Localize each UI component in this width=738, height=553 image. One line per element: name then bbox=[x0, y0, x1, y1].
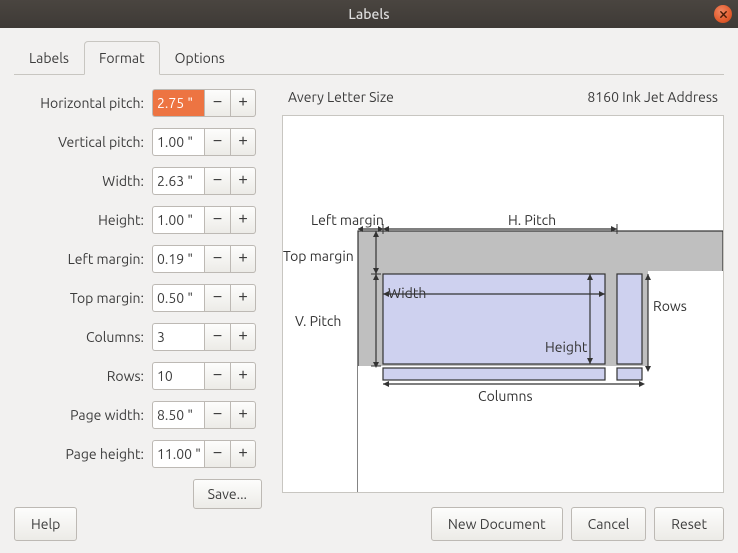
left-margin-plus[interactable]: + bbox=[230, 245, 256, 273]
preview-brand: Avery Letter Size bbox=[288, 89, 394, 105]
footer: Help New Document Cancel Reset bbox=[0, 495, 738, 553]
label-page-height: Page height: bbox=[14, 446, 144, 462]
svg-text:Height: Height bbox=[545, 339, 588, 355]
svg-text:Columns: Columns bbox=[478, 388, 533, 404]
columns-minus[interactable]: − bbox=[204, 323, 230, 351]
label-page-width: Page width: bbox=[14, 407, 144, 423]
input-height[interactable] bbox=[152, 206, 204, 234]
input-columns[interactable] bbox=[152, 323, 204, 351]
tab-options[interactable]: Options bbox=[160, 41, 240, 75]
left-margin-minus[interactable]: − bbox=[204, 245, 230, 273]
height-minus[interactable]: − bbox=[204, 206, 230, 234]
label-columns: Columns: bbox=[14, 329, 144, 345]
columns-plus[interactable]: + bbox=[230, 323, 256, 351]
width-plus[interactable]: + bbox=[230, 167, 256, 195]
input-rows[interactable] bbox=[152, 362, 204, 390]
help-button[interactable]: Help bbox=[14, 507, 77, 541]
rows-plus[interactable]: + bbox=[230, 362, 256, 390]
label-width: Width: bbox=[14, 173, 144, 189]
input-left-margin[interactable] bbox=[152, 245, 204, 273]
rows-minus[interactable]: − bbox=[204, 362, 230, 390]
close-icon bbox=[719, 10, 728, 19]
page-width-plus[interactable]: + bbox=[230, 401, 256, 429]
label-rows: Rows: bbox=[14, 368, 144, 384]
svg-text:Top margin: Top margin bbox=[283, 248, 354, 264]
preview-column: Avery Letter Size 8160 Ink Jet Address bbox=[282, 89, 724, 509]
page-width-minus[interactable]: − bbox=[204, 401, 230, 429]
cancel-button[interactable]: Cancel bbox=[571, 507, 647, 541]
svg-text:Rows: Rows bbox=[653, 298, 687, 314]
input-top-margin[interactable] bbox=[152, 284, 204, 312]
vertical-pitch-minus[interactable]: − bbox=[204, 128, 230, 156]
svg-text:H. Pitch: H. Pitch bbox=[508, 212, 556, 228]
preview-diagram: Left margin H. Pitch Top margin bbox=[282, 115, 724, 493]
width-minus[interactable]: − bbox=[204, 167, 230, 195]
input-page-height[interactable] bbox=[152, 440, 204, 468]
svg-text:Width: Width bbox=[388, 285, 426, 301]
svg-text:Left margin: Left margin bbox=[311, 212, 384, 228]
window-title: Labels bbox=[348, 6, 389, 22]
vertical-pitch-plus[interactable]: + bbox=[230, 128, 256, 156]
label-height: Height: bbox=[14, 212, 144, 228]
fields-column: Horizontal pitch: − + Vertical pitch: − … bbox=[14, 89, 262, 509]
preview-type: 8160 Ink Jet Address bbox=[587, 89, 718, 105]
new-document-button[interactable]: New Document bbox=[431, 507, 563, 541]
tab-labels[interactable]: Labels bbox=[14, 41, 84, 75]
input-vertical-pitch[interactable] bbox=[152, 128, 204, 156]
title-bar: Labels bbox=[0, 0, 738, 28]
input-width[interactable] bbox=[152, 167, 204, 195]
height-plus[interactable]: + bbox=[230, 206, 256, 234]
horizontal-pitch-plus[interactable]: + bbox=[230, 89, 256, 117]
tab-format[interactable]: Format bbox=[84, 41, 160, 75]
input-page-width[interactable] bbox=[152, 401, 204, 429]
diagram-svg: Left margin H. Pitch Top margin bbox=[283, 116, 723, 492]
reset-button[interactable]: Reset bbox=[654, 507, 724, 541]
top-margin-minus[interactable]: − bbox=[204, 284, 230, 312]
label-left-margin: Left margin: bbox=[14, 251, 144, 267]
input-horizontal-pitch[interactable] bbox=[152, 89, 204, 117]
svg-text:V. Pitch: V. Pitch bbox=[295, 313, 341, 329]
close-button[interactable] bbox=[714, 5, 732, 23]
label-horizontal-pitch: Horizontal pitch: bbox=[14, 95, 144, 111]
label-top-margin: Top margin: bbox=[14, 290, 144, 306]
label-vertical-pitch: Vertical pitch: bbox=[14, 134, 144, 150]
page-height-minus[interactable]: − bbox=[204, 440, 230, 468]
horizontal-pitch-minus[interactable]: − bbox=[204, 89, 230, 117]
tab-bar: Labels Format Options bbox=[14, 40, 724, 75]
page-height-plus[interactable]: + bbox=[230, 440, 256, 468]
top-margin-plus[interactable]: + bbox=[230, 284, 256, 312]
